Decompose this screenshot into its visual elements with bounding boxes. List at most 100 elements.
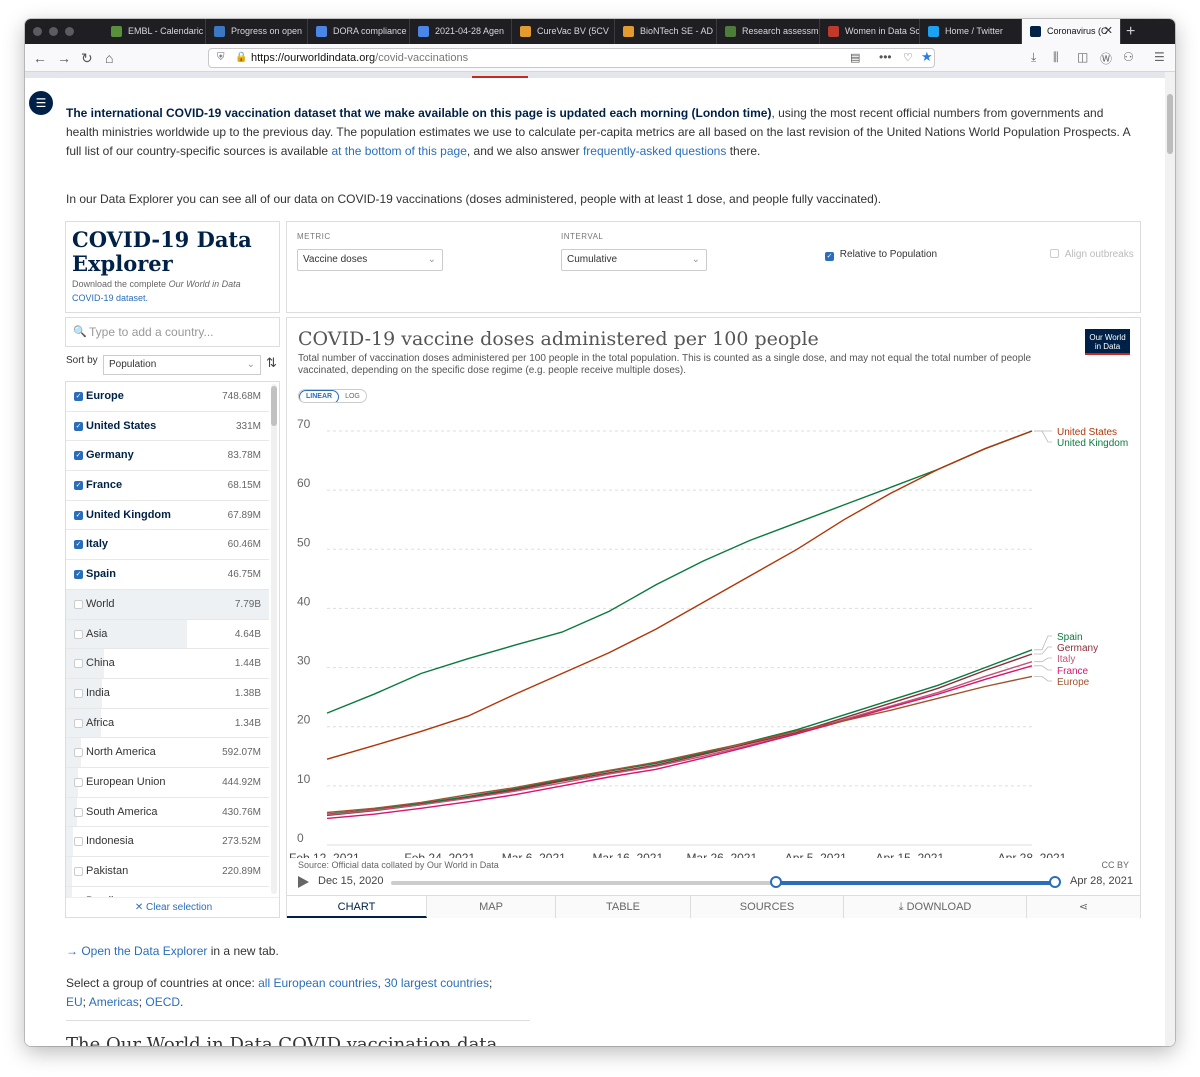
sidebar-icon[interactable]: ◫ [1077,50,1088,64]
extension-w-icon[interactable]: Ⓦ [1100,50,1112,67]
checkbox-unchecked-icon[interactable] [74,599,83,609]
dataset-link[interactable]: COVID-19 dataset. [72,293,148,303]
entity-row[interactable]: ✓ United Kingdom 67.89M [66,501,269,531]
checkbox-checked-icon[interactable]: ✓ [825,252,834,261]
entity-row[interactable]: China 1.44B [66,649,269,679]
play-icon[interactable] [298,876,309,888]
entity-row[interactable]: Indonesia 273.52M [66,827,269,857]
maximize-window-icon[interactable] [65,27,74,36]
entity-row[interactable]: ✓ Germany 83.78M [66,441,269,472]
sort-select[interactable]: Population ⌄ [103,355,261,375]
shield-icon[interactable]: ⛨ [217,49,225,67]
entity-row[interactable]: Brazil 212.56M [66,886,269,897]
tab-chart[interactable]: CHART [287,896,427,918]
checkbox-unchecked-icon[interactable] [74,718,83,728]
timeline-selected-range[interactable] [776,881,1055,885]
entity-row[interactable]: European Union 444.92M [66,767,269,798]
group-link-americas[interactable]: Americas [89,995,139,1009]
log-scale-button[interactable]: LOG [339,391,366,402]
browser-tab[interactable]: Coronavirus (C ✕ [1022,19,1121,44]
checkbox-unchecked-icon[interactable] [1050,249,1059,258]
sort-order-icon[interactable]: ⇅ [266,355,277,371]
group-link-oecd[interactable]: OECD [145,995,180,1009]
checkbox-checked-icon[interactable]: ✓ [74,392,83,401]
entity-row[interactable]: ✓ Europe 748.68M [66,382,269,412]
checkbox-unchecked-icon[interactable] [74,748,83,758]
library-icon[interactable]: ⫼ [1053,50,1059,65]
scale-toggle[interactable]: LINEAR LOG [298,389,367,403]
back-icon[interactable]: ← [33,50,47,66]
owid-logo[interactable]: Our World in Data [1085,329,1130,355]
entity-row[interactable]: ✓ Italy 60.46M [66,530,269,561]
chart-license[interactable]: CC BY [1101,860,1129,870]
share-button[interactable]: ⋖ [1027,896,1140,918]
linear-scale-button[interactable]: LINEAR [299,390,340,402]
timeline-slider[interactable]: Dec 15, 2020 Apr 28, 2021 [298,873,1133,893]
browser-tab[interactable]: DORA compliance [308,19,410,44]
checkbox-checked-icon[interactable]: ✓ [74,421,83,431]
checkbox-unchecked-icon[interactable] [74,867,83,876]
browser-tab[interactable]: BioNTech SE - AD [615,19,717,44]
checkbox-checked-icon[interactable]: ✓ [74,451,83,461]
list-scroll-thumb[interactable] [271,386,277,426]
entity-row[interactable]: Africa 1.34B [66,708,269,739]
align-outbreaks-checkbox[interactable]: Align outbreaks [1050,249,1134,260]
checkbox-checked-icon[interactable]: ✓ [74,540,83,550]
checkbox-checked-icon[interactable]: ✓ [74,570,83,580]
line-chart[interactable]: 0 10 20 30 40 50 60 70 Feb 12, 2021 Feb 24, 2021 M… [287,403,1140,858]
tab-download[interactable]: ⤓ DOWNLOAD [844,896,1027,918]
list-scrollbar[interactable] [271,384,277,894]
reader-view-icon[interactable]: ▤ [850,49,860,67]
tab-sources[interactable]: SOURCES [691,896,844,918]
tab-table[interactable]: TABLE [556,896,691,918]
entity-row[interactable]: Pakistan 220.89M [66,857,269,887]
entity-row[interactable]: India 1.38B [66,678,269,709]
extension-icon[interactable]: ⚇ [1123,50,1134,64]
metric-select[interactable]: Vaccine doses ⌄ [297,249,443,271]
downloads-icon[interactable]: ⤓ [1031,50,1036,65]
browser-tab[interactable]: CureVac BV (5CV [512,19,615,44]
close-tab-icon[interactable]: ✕ [1104,19,1113,44]
more-actions-icon[interactable]: ••• [879,48,892,66]
checkbox-unchecked-icon[interactable] [74,777,83,787]
timeline-start-handle[interactable] [770,876,783,888]
lock-icon[interactable]: 🔒 [235,49,247,67]
faq-link[interactable]: frequently-asked questions [583,144,726,158]
checkbox-unchecked-icon[interactable] [74,629,83,639]
timeline-end-handle[interactable] [1049,876,1061,888]
checkbox-unchecked-icon[interactable] [74,688,83,698]
interval-select[interactable]: Cumulative ⌄ [561,249,707,271]
browser-tab[interactable]: Women in Data Sc [820,19,920,44]
close-window-icon[interactable] [33,27,42,36]
browser-tab[interactable]: EMBL - Calendaric [103,19,206,44]
entity-row[interactable]: North America 592.07M [66,738,269,768]
reload-icon[interactable]: ↻ [81,50,93,66]
address-bar[interactable]: ⛨ 🔒 https://ourworldindata.org/covid-vac… [208,48,935,68]
browser-tab[interactable]: Home / Twitter [920,19,1022,44]
checkbox-checked-icon[interactable]: ✓ [74,481,83,491]
pocket-icon[interactable]: ♡ [903,49,913,67]
clear-selection-button[interactable]: ✕ Clear selection [66,897,279,917]
entity-row[interactable]: ✓ Spain 46.75M [66,560,269,590]
menu-icon[interactable]: ☰ [1154,50,1165,64]
bottom-of-page-link[interactable]: at the bottom of this page [331,144,466,158]
minimize-window-icon[interactable] [49,27,58,36]
browser-tab[interactable]: 2021-04-28 Agen [410,19,512,44]
country-search-input[interactable]: 🔍 Type to add a country... [65,317,280,347]
entity-row[interactable]: South America 430.76M [66,797,269,828]
group-link-30-largest[interactable]: 30 largest countries [384,976,489,990]
home-icon[interactable]: ⌂ [105,50,113,66]
browser-tab[interactable]: Progress on open [206,19,308,44]
page-scroll-thumb[interactable] [1167,94,1173,154]
checkbox-checked-icon[interactable]: ✓ [74,510,83,520]
entity-row[interactable]: World 7.79B [66,589,269,620]
relative-to-population-checkbox[interactable]: ✓ Relative to Population [825,249,937,261]
group-link-european[interactable]: all European countries [258,976,377,990]
bookmark-star-icon[interactable]: ★ [921,48,933,66]
forward-icon[interactable]: → [57,50,71,66]
tab-map[interactable]: MAP [427,896,556,918]
entity-list[interactable]: ✓ Europe 748.68M ✓ United States 331M ✓ Germany… [66,382,269,897]
new-tab-button[interactable]: + [1126,19,1135,44]
entity-row[interactable]: ✓ France 68.15M [66,471,269,501]
open-explorer-link[interactable]: → Open the Data Explorer [66,944,207,958]
